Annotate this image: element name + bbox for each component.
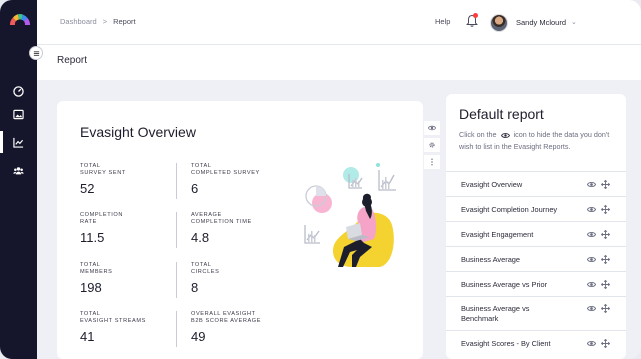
stat-label: AVERAGE COMPLETION TIME (191, 212, 252, 225)
chevron-down-icon[interactable]: ⌄ (571, 18, 577, 26)
stat-value: 198 (80, 280, 102, 295)
stat-divider (176, 212, 177, 248)
sidebar-item-users[interactable] (0, 159, 37, 181)
default-report-panel: Default report Click on the icon to hide… (446, 94, 626, 359)
woman-with-laptop-illustration (304, 163, 396, 267)
eye-icon (500, 132, 510, 138)
drag-move-icon[interactable] (601, 280, 610, 289)
user-avatar[interactable] (490, 14, 508, 32)
stat-completion-rate: COMPLETION RATE 11.5 (80, 212, 170, 245)
stat-total-circles: TOTAL CIRCLES 8 (191, 262, 281, 295)
page-header: Report (37, 44, 641, 80)
stat-value: 49 (191, 329, 206, 344)
stat-average-completion-time: AVERAGE COMPLETION TIME 4.8 (191, 212, 281, 245)
eye-icon[interactable] (587, 205, 596, 214)
menu-toggle-button[interactable] (29, 46, 43, 60)
sidebar-item-reports[interactable] (0, 131, 37, 153)
dashboard-gauge-icon (13, 85, 24, 97)
settings-button[interactable] (424, 138, 440, 152)
breadcrumb-separator: > (102, 17, 108, 26)
drag-move-icon[interactable] (601, 339, 610, 348)
drag-move-icon[interactable] (601, 230, 610, 239)
report-panel-description: Click on the icon to hide the data you d… (459, 130, 610, 151)
stat-survey-sent: TOTAL SURVEY SENT 52 (80, 163, 170, 196)
more-options-button[interactable] (424, 155, 440, 169)
drag-move-icon[interactable] (601, 180, 610, 189)
sidebar-item-gallery[interactable] (0, 103, 37, 125)
notification-badge (473, 13, 478, 18)
overview-title: Evasight Overview (80, 124, 196, 140)
eye-icon[interactable] (587, 255, 596, 264)
report-item[interactable]: Evasight Completion Journey (446, 196, 626, 221)
overview-card: Evasight Overview TOTAL SURVEY SENT 52 TO… (57, 101, 423, 359)
drag-move-icon[interactable] (601, 205, 610, 214)
breadcrumb-dashboard-link[interactable]: Dashboard (60, 17, 97, 26)
report-item[interactable]: Business Average (446, 246, 626, 271)
stat-divider (176, 262, 177, 298)
drag-move-icon[interactable] (601, 255, 610, 264)
help-link[interactable]: Help (435, 17, 450, 26)
stat-divider (176, 311, 177, 347)
eye-icon (428, 125, 436, 131)
stat-divider (176, 163, 177, 199)
eye-icon[interactable] (587, 230, 596, 239)
stat-label: OVERALL EVASIGHT B2B SCORE AVERAGE (191, 311, 262, 324)
stat-value: 4.8 (191, 230, 210, 245)
page-title: Report (57, 55, 88, 66)
gear-icon (429, 142, 435, 148)
stat-label: TOTAL EVASIGHT STREAMS (80, 311, 146, 324)
evasight-logo-icon[interactable] (9, 12, 31, 26)
report-item[interactable]: Evasight Scores - By Client (446, 330, 626, 355)
stat-value: 11.5 (80, 230, 105, 245)
stat-label: COMPLETION RATE (80, 212, 123, 225)
stat-completed-survey: TOTAL COMPLETED SURVEY 6 (191, 163, 281, 196)
line-chart-icon (13, 137, 24, 148)
stat-value: 8 (191, 280, 199, 295)
stat-value: 6 (191, 181, 199, 196)
stat-label: TOTAL COMPLETED SURVEY (191, 163, 260, 176)
eye-icon[interactable] (587, 180, 596, 189)
eye-icon[interactable] (587, 304, 596, 313)
stat-value: 41 (80, 329, 95, 344)
toggle-visibility-button[interactable] (424, 121, 440, 135)
report-item[interactable]: Evasight Engagement (446, 221, 626, 246)
stat-b2b-score-average: OVERALL EVASIGHT B2B SCORE AVERAGE 49 (191, 311, 281, 344)
more-vertical-icon (431, 158, 433, 166)
hamburger-icon (33, 50, 39, 56)
sidebar-item-dashboard[interactable] (0, 80, 37, 102)
app-window: Dashboard > Report Help Sandy Mclourd ⌄ … (0, 0, 641, 359)
user-name[interactable]: Sandy Mclourd (516, 18, 566, 27)
drag-move-icon[interactable] (601, 304, 610, 313)
stat-evasight-streams: TOTAL EVASIGHT STREAMS 41 (80, 311, 170, 344)
image-gallery-icon (13, 109, 24, 119)
eye-icon[interactable] (587, 339, 596, 348)
breadcrumb-current: Report (113, 17, 136, 26)
stat-label: TOTAL CIRCLES (191, 262, 220, 275)
report-item[interactable]: Business Average vs Prior (446, 271, 626, 296)
report-item[interactable]: Business Average vs Benchmark (446, 296, 626, 330)
eye-icon[interactable] (587, 280, 596, 289)
breadcrumb: Dashboard > Report (60, 17, 136, 26)
stat-value: 52 (80, 181, 95, 196)
users-group-icon (13, 166, 24, 174)
stat-label: TOTAL SURVEY SENT (80, 163, 126, 176)
report-panel-title: Default report (459, 106, 544, 122)
stat-total-members: TOTAL MEMBERS 198 (80, 262, 170, 295)
report-item[interactable]: Evasight Overview (446, 171, 626, 196)
stat-label: TOTAL MEMBERS (80, 262, 113, 275)
